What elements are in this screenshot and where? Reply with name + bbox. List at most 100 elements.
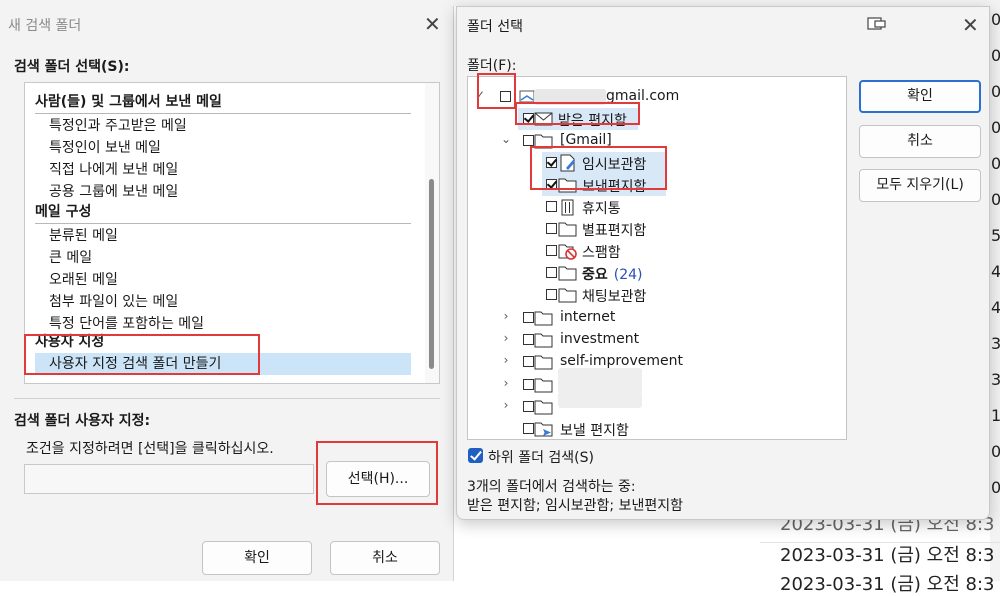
list-item[interactable]: 특정인이 보낸 메일 xyxy=(49,137,161,157)
folder-label: 폴더(F): xyxy=(467,58,517,74)
background-digit: 3 xyxy=(991,370,1000,389)
background-digit: 3 xyxy=(991,334,1000,353)
tree-node-important[interactable]: 중요 (24) xyxy=(468,262,846,284)
tree-node-account[interactable]: ✓ gmail.com xyxy=(468,86,846,108)
background-digit: 0 xyxy=(991,154,1000,173)
tree-node-investment[interactable]: › investment xyxy=(468,329,846,351)
checkbox[interactable] xyxy=(546,289,557,300)
folder-icon xyxy=(534,311,553,326)
unread-count: (24) xyxy=(613,267,643,283)
instruction-text: 조건을 지정하려면 [선택]을 클릭하십시오. xyxy=(26,441,274,457)
background-digit: 0 xyxy=(991,478,1000,497)
clear-all-button[interactable]: 모두 지우기(L) xyxy=(859,169,981,202)
background-row: 2023-03-31 (금) 오전 8:3 xyxy=(780,574,995,595)
folder-name: 임시보관함 xyxy=(582,157,647,173)
list-item[interactable]: 특정인과 주고받은 메일 xyxy=(49,115,187,135)
checkbox[interactable] xyxy=(523,312,534,323)
background-digit: 4 xyxy=(991,262,1000,281)
cancel-button[interactable]: 취소 xyxy=(859,125,981,158)
folder-name: self-improvement xyxy=(560,353,683,369)
folder-name: 스팸함 xyxy=(582,245,621,261)
search-folder-list[interactable]: 사람(들) 및 그룹에서 보낸 메일 특정인과 주고받은 메일 특정인이 보낸 … xyxy=(24,82,440,384)
subfolder-label: 하위 폴더 검색(S) xyxy=(488,450,594,466)
chevron-right-icon[interactable]: › xyxy=(500,376,512,390)
list-scrollbar[interactable] xyxy=(425,83,439,383)
tree-node-sent[interactable]: 보낸편지함 xyxy=(468,174,846,196)
list-item[interactable]: 특정 단어를 포함하는 메일 xyxy=(49,313,204,333)
customize-label: 검색 폴더 사용자 지정: xyxy=(14,413,151,429)
folder-icon xyxy=(534,378,553,393)
tree-node-internet[interactable]: › internet xyxy=(468,307,846,329)
list-item[interactable]: 직접 나에게 보낸 메일 xyxy=(49,159,178,179)
tree-node-redacted[interactable]: › xyxy=(468,368,846,396)
folder-name: 보낼 편지함 xyxy=(560,423,629,439)
folder-icon xyxy=(558,178,577,193)
window-pin-icon[interactable] xyxy=(867,17,887,31)
checkbox[interactable] xyxy=(523,401,534,412)
tree-node-outbox[interactable]: 보낼 편지함 xyxy=(468,418,846,439)
tree-node-drafts[interactable]: 임시보관함 xyxy=(468,152,846,174)
spam-blocked-icon xyxy=(558,244,577,260)
checkbox[interactable] xyxy=(546,245,557,256)
list-item-create-custom[interactable]: 사용자 지정 검색 폴더 만들기 xyxy=(35,353,411,375)
select-folder-dialog: 폴더 선택 ✕ 폴더(F): ✓ gmail.com 받은 편지함 ⌄ [Gma… xyxy=(456,6,990,520)
checkbox[interactable] xyxy=(546,157,557,168)
list-item[interactable]: 첨부 파일이 있는 메일 xyxy=(49,291,178,311)
checkbox[interactable] xyxy=(546,223,557,234)
tree-node-inbox[interactable]: 받은 편지함 xyxy=(468,108,846,130)
scrollbar-thumb[interactable] xyxy=(429,179,434,369)
folder-name: 보낸편지함 xyxy=(582,179,647,195)
redacted-folder-name xyxy=(558,368,642,394)
folder-name: 채팅보관함 xyxy=(582,289,647,305)
tree-node-self-improvement[interactable]: › self-improvement xyxy=(468,351,846,373)
background-row: 2023-03-31 (금) 오전 8:3 xyxy=(780,545,995,566)
choose-button[interactable]: 선택(H)... xyxy=(326,461,430,497)
folder-tree[interactable]: ✓ gmail.com 받은 편지함 ⌄ [Gmail] 임시보관함 보낸편지함… xyxy=(467,76,847,440)
envelope-icon xyxy=(534,112,553,126)
chevron-right-icon[interactable]: › xyxy=(500,309,512,323)
close-icon[interactable]: ✕ xyxy=(424,14,441,34)
close-icon[interactable]: ✕ xyxy=(962,15,979,35)
chevron-down-icon[interactable]: ⌄ xyxy=(500,132,512,146)
tree-node-spam[interactable]: 스팸함 xyxy=(468,240,846,262)
list-item[interactable]: 오래된 메일 xyxy=(49,269,118,289)
list-item[interactable]: 분류된 메일 xyxy=(49,225,118,245)
chevron-right-icon[interactable]: › xyxy=(500,353,512,367)
ok-button[interactable]: 확인 xyxy=(202,541,312,575)
chevron-right-icon[interactable]: › xyxy=(500,398,512,412)
list-item[interactable]: 공용 그룹에 보낸 메일 xyxy=(49,181,178,201)
folder-icon xyxy=(534,333,553,348)
checkbox[interactable] xyxy=(523,135,534,146)
checkbox[interactable] xyxy=(500,91,511,102)
dialog-title: 폴더 선택 xyxy=(467,19,523,35)
checkbox[interactable] xyxy=(523,423,534,434)
group-header-custom: 사용자 지정 xyxy=(35,331,411,354)
folder-icon xyxy=(558,222,577,237)
folder-name: 휴지통 xyxy=(582,201,621,217)
checkbox[interactable] xyxy=(523,379,534,390)
cancel-button[interactable]: 취소 xyxy=(330,541,440,575)
chevron-down-icon[interactable]: ✓ xyxy=(474,88,486,102)
checkbox[interactable] xyxy=(546,267,557,278)
select-folder-label: 검색 폴더 선택(S): xyxy=(14,59,130,75)
background-digit: 4 xyxy=(991,298,1000,317)
ok-button[interactable]: 확인 xyxy=(859,80,981,113)
tree-node-trash[interactable]: 휴지통 xyxy=(468,196,846,218)
background-digit: 0 xyxy=(991,82,1000,101)
account-name: gmail.com xyxy=(606,88,680,104)
tree-node-gmail[interactable]: ⌄ [Gmail] xyxy=(468,130,846,152)
chevron-right-icon[interactable]: › xyxy=(500,331,512,345)
tree-node-chats[interactable]: 채팅보관함 xyxy=(468,284,846,306)
subfolder-checkbox[interactable] xyxy=(468,448,483,463)
list-item[interactable]: 큰 메일 xyxy=(49,247,92,267)
checkbox[interactable] xyxy=(523,356,534,367)
tree-node-redacted[interactable]: › xyxy=(468,392,846,418)
checkbox[interactable] xyxy=(523,113,534,124)
checkbox[interactable] xyxy=(546,179,557,190)
checkbox[interactable] xyxy=(523,334,534,345)
new-search-folder-dialog: 새 검색 폴더 ✕ 검색 폴더 선택(S): 사람(들) 및 그룹에서 보낸 메… xyxy=(0,6,454,581)
folder-name: investment xyxy=(560,331,640,347)
tree-node-starred[interactable]: 별표편지함 xyxy=(468,218,846,240)
summary-folders-text: 받은 편지함; 임시보관함; 보낸편지함 xyxy=(467,498,683,514)
checkbox[interactable] xyxy=(546,201,557,212)
